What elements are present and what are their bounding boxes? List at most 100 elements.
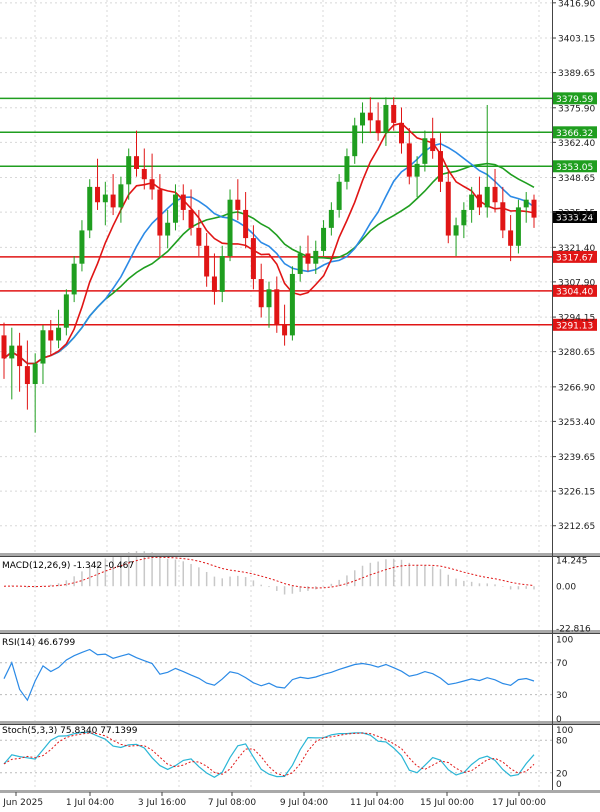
- candle[interactable]: [110, 174, 116, 216]
- candle-body: [235, 199, 241, 210]
- candle-body: [313, 250, 319, 264]
- candle-body: [188, 209, 194, 228]
- candle-body: [9, 345, 15, 359]
- candle[interactable]: [63, 289, 69, 336]
- candle[interactable]: [344, 148, 350, 190]
- candle[interactable]: [445, 168, 451, 244]
- candle-body: [289, 273, 295, 336]
- candle-body: [437, 151, 443, 182]
- candle[interactable]: [134, 130, 139, 177]
- candle[interactable]: [305, 235, 311, 272]
- level-price-label: 3304.40: [556, 287, 593, 297]
- candle-body: [63, 294, 69, 328]
- rsi-tick-label: 100: [556, 635, 573, 645]
- candle[interactable]: [266, 281, 272, 328]
- candle[interactable]: [461, 202, 467, 239]
- candle[interactable]: [40, 325, 46, 385]
- candle[interactable]: [102, 181, 108, 226]
- candle-body: [126, 156, 132, 185]
- candle-body: [204, 245, 210, 277]
- price-tick-label: 3416.90: [558, 0, 595, 9]
- candle[interactable]: [399, 107, 404, 154]
- candle[interactable]: [406, 128, 412, 185]
- candle[interactable]: [352, 117, 358, 164]
- candle[interactable]: [367, 97, 373, 134]
- candle[interactable]: [118, 176, 124, 223]
- candle-body: [367, 112, 373, 121]
- candle[interactable]: [422, 130, 428, 172]
- candle[interactable]: [17, 332, 23, 392]
- candle[interactable]: [79, 220, 85, 272]
- candle[interactable]: [149, 153, 155, 200]
- grid-layer: [0, 0, 552, 790]
- candle-body: [336, 181, 342, 210]
- candlesticks[interactable]: [1, 97, 537, 433]
- price-tick-label: 3321.40: [558, 244, 595, 254]
- candle-body: [430, 138, 436, 152]
- candle[interactable]: [453, 217, 459, 257]
- candle[interactable]: [282, 304, 288, 346]
- candle-body: [328, 209, 334, 228]
- candle[interactable]: [383, 97, 389, 146]
- stoch-k-line: [3, 731, 535, 778]
- candle-body: [157, 189, 163, 236]
- candle[interactable]: [492, 168, 498, 213]
- price-tick-label: 3403.15: [558, 35, 595, 45]
- candle-body: [196, 227, 202, 246]
- candle[interactable]: [437, 133, 443, 193]
- candle-body: [344, 156, 350, 182]
- candle[interactable]: [289, 266, 295, 341]
- candle[interactable]: [211, 253, 217, 305]
- candle[interactable]: [157, 174, 163, 257]
- candle[interactable]: [9, 327, 15, 400]
- candle[interactable]: [180, 184, 186, 221]
- candle-body: [500, 202, 506, 231]
- candle-body: [531, 199, 537, 218]
- candle[interactable]: [1, 322, 7, 379]
- candle[interactable]: [204, 232, 210, 287]
- candle[interactable]: [360, 102, 366, 144]
- candle[interactable]: [297, 245, 303, 282]
- price-tick-label: 3389.65: [558, 69, 595, 79]
- candle-body: [297, 253, 303, 274]
- candle[interactable]: [336, 174, 342, 218]
- price-tick-label: 3212.65: [558, 522, 595, 532]
- time-tick-label: 11 Jul 04:00: [350, 798, 404, 808]
- stoch-tick-label: 20: [556, 769, 568, 779]
- candle[interactable]: [414, 156, 420, 198]
- candle-body: [383, 104, 389, 134]
- candle-body: [172, 194, 178, 223]
- stoch-tick-label: 100: [556, 726, 573, 736]
- candle[interactable]: [235, 179, 241, 221]
- candle-body: [87, 186, 93, 231]
- candle[interactable]: [531, 194, 537, 228]
- candle-body: [469, 194, 475, 210]
- candle[interactable]: [328, 202, 334, 236]
- candle[interactable]: [243, 192, 249, 249]
- candle[interactable]: [71, 256, 77, 303]
- candle[interactable]: [476, 176, 482, 216]
- candle[interactable]: [87, 179, 93, 239]
- candle[interactable]: [32, 353, 38, 433]
- rsi-line: [3, 648, 535, 702]
- candle[interactable]: [500, 186, 506, 239]
- time-tick-label: 17 Jul 00:00: [492, 798, 546, 808]
- candle[interactable]: [484, 104, 490, 218]
- candle[interactable]: [227, 189, 233, 262]
- candle[interactable]: [165, 209, 171, 249]
- time-tick-label: 15 Jul 00:00: [420, 798, 474, 808]
- candle[interactable]: [141, 148, 147, 190]
- candle[interactable]: [56, 309, 62, 349]
- candle[interactable]: [430, 117, 436, 159]
- candle[interactable]: [508, 215, 514, 262]
- trading-chart[interactable]: 3379.593366.323353.053317.673304.403291.…: [0, 0, 600, 812]
- candle[interactable]: [258, 263, 264, 318]
- candle[interactable]: [515, 199, 521, 254]
- candle-body: [258, 279, 264, 308]
- candle[interactable]: [24, 340, 30, 410]
- candle[interactable]: [321, 220, 327, 257]
- candle[interactable]: [274, 276, 280, 333]
- candle-body: [40, 330, 46, 364]
- candle[interactable]: [219, 245, 225, 303]
- candle[interactable]: [523, 192, 529, 223]
